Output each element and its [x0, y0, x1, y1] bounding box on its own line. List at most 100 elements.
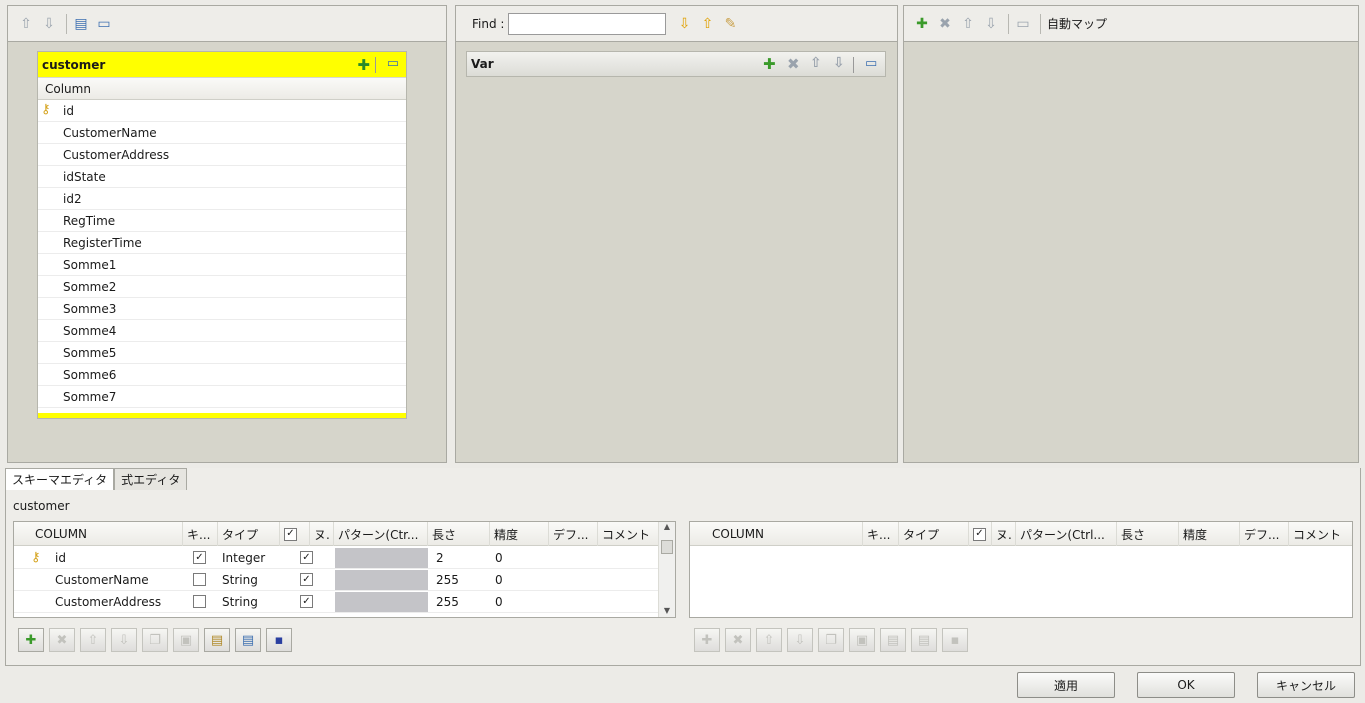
save-schema-button[interactable]: ▪: [266, 628, 292, 652]
add-output-icon[interactable]: ✚: [912, 14, 932, 34]
column-header-2[interactable]: タイプ: [218, 522, 280, 546]
pattern-cell[interactable]: [335, 548, 428, 568]
remove-column-button[interactable]: ✖: [49, 628, 75, 652]
copy-button[interactable]: ❐: [142, 628, 168, 652]
table-row[interactable]: Somme1: [38, 254, 406, 276]
column-header-5[interactable]: パターン(Ctr...: [334, 522, 428, 546]
column-header-8[interactable]: デフ...: [1240, 522, 1289, 546]
schema-row[interactable]: CustomerAddress String 255 0 ✓: [14, 591, 659, 613]
move-up-button[interactable]: ⇧: [756, 628, 782, 652]
output-up-icon[interactable]: ⇧: [958, 14, 978, 34]
column-header-2[interactable]: タイプ: [899, 522, 969, 546]
column-name-cell[interactable]: CustomerName: [51, 569, 181, 591]
column-header-3[interactable]: ✓: [969, 522, 992, 546]
ok-button[interactable]: OK: [1137, 672, 1235, 698]
column-header-0[interactable]: COLUMN: [708, 522, 863, 546]
nullable-checkbox[interactable]: ✓: [300, 551, 313, 564]
save-schema-button[interactable]: ▪: [942, 628, 968, 652]
minimize-icon[interactable]: ▭: [94, 14, 114, 34]
precision-cell[interactable]: 0: [491, 547, 549, 569]
column-header-1[interactable]: キ...: [183, 522, 218, 546]
cancel-button[interactable]: キャンセル: [1257, 672, 1355, 698]
column-header-5[interactable]: パターン(Ctrl...: [1016, 522, 1117, 546]
column-header-4[interactable]: ヌ.: [310, 522, 334, 546]
table-row[interactable]: RegTime: [38, 210, 406, 232]
precision-cell[interactable]: 0: [491, 591, 549, 613]
table-row[interactable]: Somme3: [38, 298, 406, 320]
move-down-button[interactable]: ⇩: [787, 628, 813, 652]
schema-row[interactable]: ⚷ id Integer 2 0 ✓ ✓: [14, 547, 659, 569]
minimize-table-icon[interactable]: ▭: [387, 56, 399, 71]
minimize-output-icon[interactable]: ▭: [1013, 14, 1033, 34]
schema-row[interactable]: CustomerName String 255 0 ✓: [14, 569, 659, 591]
table-row[interactable]: Somme4: [38, 320, 406, 342]
find-prev-icon[interactable]: ⇧: [697, 14, 717, 34]
key-checkbox[interactable]: [193, 573, 206, 586]
pattern-cell[interactable]: [335, 570, 428, 590]
type-cell[interactable]: String: [218, 569, 280, 591]
column-header-6[interactable]: 長さ: [1117, 522, 1179, 546]
minimize-var-icon[interactable]: ▭: [865, 56, 877, 71]
var-down-icon[interactable]: ⇩: [833, 55, 845, 71]
scroll-up-icon[interactable]: ▲: [659, 522, 675, 536]
length-cell[interactable]: 255: [432, 591, 490, 613]
select-all-checkbox[interactable]: ✓: [284, 527, 297, 541]
table-row[interactable]: RegisterTime: [38, 232, 406, 254]
add-expression-icon[interactable]: ✚: [357, 56, 370, 74]
key-checkbox[interactable]: ✓: [193, 551, 206, 564]
select-all-checkbox[interactable]: ✓: [973, 527, 986, 541]
length-cell[interactable]: 255: [432, 569, 490, 591]
highlight-all-icon[interactable]: ✎: [720, 14, 740, 34]
column-header-0[interactable]: COLUMN: [31, 522, 183, 546]
table-row[interactable]: CustomerAddress: [38, 144, 406, 166]
move-down-icon[interactable]: ⇩: [39, 14, 59, 34]
column-header-7[interactable]: 精度: [1179, 522, 1240, 546]
add-var-icon[interactable]: ✚: [763, 55, 776, 73]
move-up-icon[interactable]: ⇧: [16, 14, 36, 34]
move-up-button[interactable]: ⇧: [80, 628, 106, 652]
length-cell[interactable]: 2: [432, 547, 490, 569]
nullable-checkbox[interactable]: ✓: [300, 573, 313, 586]
table-row[interactable]: CustomerName: [38, 122, 406, 144]
table-view-icon[interactable]: ▤: [71, 14, 91, 34]
export-schema-button[interactable]: ▤: [235, 628, 261, 652]
table-row[interactable]: idState: [38, 166, 406, 188]
table-row[interactable]: Somme5: [38, 342, 406, 364]
tab-expression-editor[interactable]: 式エディタ: [114, 468, 188, 490]
column-name-cell[interactable]: id: [51, 547, 181, 569]
type-cell[interactable]: Integer: [218, 547, 280, 569]
pattern-cell[interactable]: [335, 592, 428, 612]
export-schema-button[interactable]: ▤: [911, 628, 937, 652]
column-header-4[interactable]: ヌ.: [992, 522, 1016, 546]
copy-button[interactable]: ❐: [818, 628, 844, 652]
column-header-8[interactable]: デフ...: [549, 522, 598, 546]
paste-button[interactable]: ▣: [849, 628, 875, 652]
table-row[interactable]: Somme6: [38, 364, 406, 386]
move-down-button[interactable]: ⇩: [111, 628, 137, 652]
column-header-9[interactable]: コメント: [1289, 522, 1352, 546]
table-row[interactable]: ⚷ id: [38, 100, 406, 122]
remove-column-button[interactable]: ✖: [725, 628, 751, 652]
find-next-icon[interactable]: ⇩: [674, 14, 694, 34]
find-input[interactable]: [508, 12, 667, 35]
apply-button[interactable]: 適用: [1017, 672, 1115, 698]
column-header-3[interactable]: ✓: [280, 522, 310, 546]
precision-cell[interactable]: 0: [491, 569, 549, 591]
column-header-6[interactable]: 長さ: [428, 522, 490, 546]
auto-map-button[interactable]: 自動マップ: [1047, 15, 1107, 32]
table-row[interactable]: Somme2: [38, 276, 406, 298]
type-cell[interactable]: String: [218, 591, 280, 613]
output-down-icon[interactable]: ⇩: [981, 14, 1001, 34]
table-row[interactable]: Somme7: [38, 386, 406, 408]
scroll-down-icon[interactable]: ▼: [659, 606, 675, 615]
grid-scrollbar[interactable]: ▲ ▼: [658, 522, 675, 617]
add-column-button[interactable]: ✚: [694, 628, 720, 652]
nullable-checkbox[interactable]: ✓: [300, 595, 313, 608]
scroll-thumb[interactable]: [661, 540, 673, 554]
add-column-button[interactable]: ✚: [18, 628, 44, 652]
remove-output-icon[interactable]: ✖: [935, 14, 955, 34]
import-schema-button[interactable]: ▤: [204, 628, 230, 652]
remove-var-icon[interactable]: ✖: [787, 55, 800, 73]
key-checkbox[interactable]: [193, 595, 206, 608]
column-header-9[interactable]: コメント: [598, 522, 659, 546]
